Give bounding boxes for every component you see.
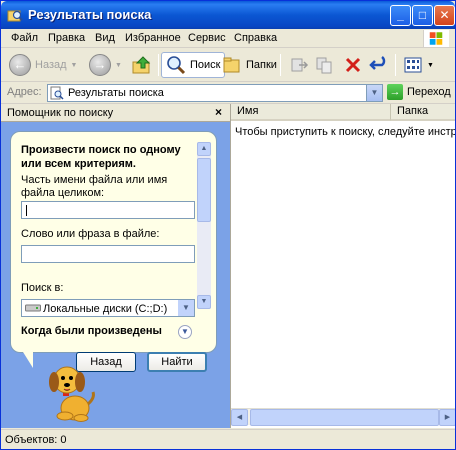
pane-scrollbar[interactable]: ▲ ▼ — [197, 142, 211, 309]
text-caret — [26, 205, 27, 216]
go-button[interactable]: → Переход — [387, 84, 451, 100]
bubble-tail — [23, 352, 33, 368]
lookin-value: Локальные диски (C:;D:) — [43, 303, 168, 315]
filename-input[interactable] — [21, 201, 195, 219]
minimize-button[interactable]: _ — [390, 5, 411, 26]
magnifier-icon — [167, 56, 186, 75]
toolbar-separator — [158, 54, 159, 76]
title-bar[interactable]: Результаты поиска _ □ ✕ — [1, 1, 455, 29]
search-folder-icon — [7, 10, 23, 22]
delete-icon — [345, 57, 361, 73]
search-button[interactable]: Поиск — [161, 52, 226, 78]
explorer-window: Результаты поиска _ □ ✕ Файл Правка Вид … — [0, 0, 456, 450]
column-header-folder[interactable]: Папка — [391, 104, 455, 121]
folders-icon — [223, 57, 240, 73]
pane-title: Помощник по поиску — [7, 107, 114, 119]
menu-favorites[interactable]: Избранное — [125, 32, 181, 44]
go-arrow-icon: → — [387, 84, 403, 100]
close-button[interactable]: ✕ — [434, 5, 455, 26]
search-label: Поиск — [190, 59, 221, 71]
search-dog-icon[interactable] — [41, 358, 99, 422]
search-companion-pane: Помощник по поиску × Произвести поиск по… — [1, 104, 230, 428]
search-results-icon — [50, 86, 64, 100]
delete-button[interactable] — [343, 52, 363, 78]
address-label: Адрес: — [7, 86, 42, 98]
status-text: Объектов: 0 — [5, 434, 67, 446]
copy-to-button[interactable] — [315, 52, 335, 78]
chevron-down-icon[interactable]: ▼ — [178, 325, 192, 339]
column-header-name[interactable]: Имя — [231, 104, 391, 121]
lookin-dropdown-icon[interactable]: ▼ — [178, 300, 194, 316]
address-field[interactable]: Результаты поиска ▼ — [47, 84, 383, 102]
menu-view[interactable]: Вид — [95, 32, 115, 44]
toolbar-separator — [280, 54, 281, 76]
lookin-select[interactable]: Локальные диски (C:;D:) ▼ — [21, 299, 195, 317]
search-bubble: Произвести поиск по одному или всем крит… — [10, 131, 217, 372]
forward-arrow-icon: → — [89, 54, 111, 76]
scroll-left-icon[interactable]: ◀ — [231, 409, 248, 426]
back-button[interactable]: ← Назад ▼ — [9, 52, 77, 78]
back-label: Назад — [35, 59, 67, 71]
back-arrow-icon: ← — [9, 54, 31, 76]
maximize-button[interactable]: □ — [412, 5, 433, 26]
pane-header: Помощник по поиску × — [1, 104, 230, 122]
menu-bar: Файл Правка Вид Избранное Сервис Справка — [1, 29, 455, 48]
scroll-right-icon[interactable]: ▶ — [439, 409, 455, 426]
windows-logo-icon — [423, 30, 449, 47]
folders-label: Папки — [246, 59, 277, 71]
scroll-down-icon[interactable]: ▼ — [197, 295, 211, 309]
menu-edit[interactable]: Правка — [48, 32, 85, 44]
find-button[interactable]: Найти — [147, 352, 207, 372]
scroll-up-icon[interactable]: ▲ — [197, 142, 211, 156]
up-folder-icon — [132, 56, 151, 74]
horizontal-scrollbar[interactable]: ◀ ▶ — [231, 408, 455, 426]
search-heading: Произвести поиск по одному или всем крит… — [21, 144, 181, 170]
lookin-label: Поиск в: — [21, 282, 64, 294]
copy-to-icon — [316, 57, 332, 74]
move-to-icon — [291, 58, 309, 72]
phrase-label: Слово или фраза в файле: — [21, 228, 160, 240]
undo-button[interactable] — [369, 52, 391, 78]
when-modified-label[interactable]: Когда были произведены — [21, 325, 162, 337]
menu-help[interactable]: Справка — [234, 32, 277, 44]
views-button[interactable]: ▼ — [403, 52, 434, 78]
back-dropdown-icon: ▼ — [70, 61, 78, 69]
scroll-thumb[interactable] — [197, 158, 211, 222]
folders-button[interactable]: Папки — [222, 52, 277, 78]
drive-icon — [25, 304, 41, 312]
views-icon — [404, 57, 422, 73]
phrase-input[interactable] — [21, 245, 195, 263]
forward-dropdown-icon: ▼ — [115, 61, 122, 69]
up-folder-button[interactable] — [131, 52, 153, 78]
menu-tools[interactable]: Сервис — [188, 32, 226, 44]
address-value: Результаты поиска — [68, 87, 164, 99]
pane-close-icon[interactable]: × — [215, 105, 222, 119]
address-dropdown-icon[interactable]: ▼ — [366, 85, 382, 101]
window-title: Результаты поиска — [28, 7, 152, 22]
filename-label: Часть имени файла или имя файла целиком: — [21, 174, 168, 199]
views-dropdown-icon: ▼ — [427, 61, 434, 69]
toolbar-separator — [395, 54, 396, 76]
status-bar: Объектов: 0 — [1, 429, 455, 449]
forward-button[interactable]: → ▼ — [89, 52, 122, 78]
address-bar: Адрес: Результаты поиска ▼ → Переход — [1, 82, 455, 104]
undo-icon — [369, 56, 386, 70]
results-list: Имя Папка Чтобы приступить к поиску, сле… — [230, 104, 455, 428]
horizontal-scroll-thumb[interactable] — [250, 409, 439, 426]
menu-file[interactable]: Файл — [11, 32, 38, 44]
go-label: Переход — [407, 86, 451, 98]
empty-results-message: Чтобы приступить к поиску, следуйте инст… — [235, 126, 455, 138]
move-to-button[interactable] — [289, 52, 309, 78]
toolbar: ← Назад ▼ → ▼ Поиск Папки ▼ — [1, 48, 455, 82]
